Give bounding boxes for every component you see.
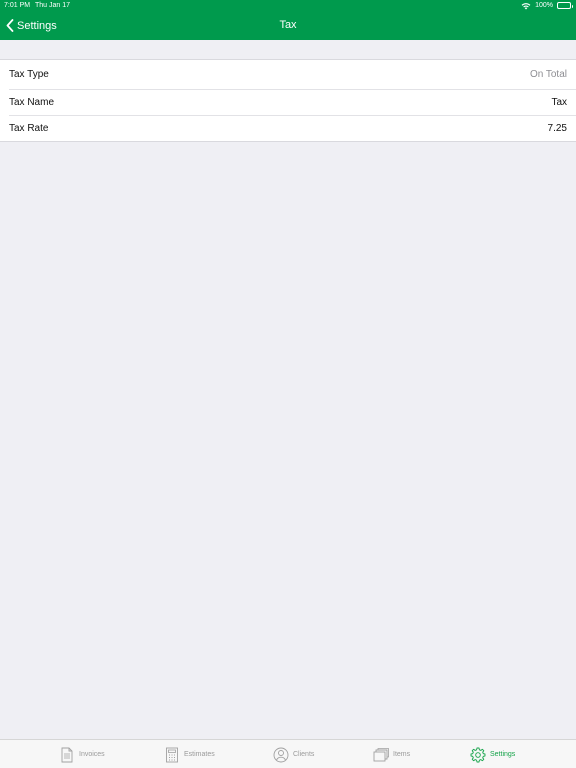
tab-items-label: Items xyxy=(393,751,411,758)
battery-icon xyxy=(557,2,573,9)
tab-invoices-label: Invoices xyxy=(79,751,105,758)
status-bar: 7:01 PM Thu Jan 17 100% xyxy=(0,0,576,11)
tax-settings-group: Tax Type On Total Tax Name Tax Tax Rate … xyxy=(0,59,576,142)
tab-settings[interactable]: Settings xyxy=(470,740,515,768)
tax-type-label: Tax Type xyxy=(9,69,49,80)
tab-settings-label: Settings xyxy=(490,751,516,758)
tax-type-row[interactable]: Tax Type On Total xyxy=(0,60,576,89)
navigation-bar: Settings Tax xyxy=(0,11,576,40)
document-icon xyxy=(61,747,73,762)
status-date: Thu Jan 17 xyxy=(35,2,71,9)
tax-rate-value: 7.25 xyxy=(547,122,567,134)
calculator-icon xyxy=(166,747,178,762)
tax-rate-row[interactable]: Tax Rate 7.25 xyxy=(0,115,576,141)
gear-icon xyxy=(470,747,486,762)
wifi-icon xyxy=(521,2,531,9)
tax-name-row[interactable]: Tax Name Tax xyxy=(0,89,576,115)
tax-name-label: Tax Name xyxy=(9,96,55,108)
tab-invoices[interactable]: Invoices xyxy=(59,740,105,768)
top-bar: 7:01 PM Thu Jan 17 100% Settings Tax xyxy=(0,0,576,40)
page-title: Tax xyxy=(279,19,297,31)
status-right: 100% xyxy=(521,0,573,11)
tab-clients[interactable]: Clients xyxy=(273,740,314,768)
tab-items[interactable]: Items xyxy=(373,740,410,768)
battery-percent: 100% xyxy=(535,2,553,9)
tab-clients-label: Clients xyxy=(293,751,315,758)
tax-type-value: On Total xyxy=(529,69,567,80)
app-screen: 7:01 PM Thu Jan 17 100% Settings Tax Tax… xyxy=(0,0,576,768)
stack-icon xyxy=(373,747,389,761)
status-time: 7:01 PM xyxy=(4,2,31,9)
tax-rate-label: Tax Rate xyxy=(9,122,49,134)
tax-name-value: Tax xyxy=(551,96,567,108)
person-icon xyxy=(273,747,289,762)
tab-estimates-label: Estimates xyxy=(184,751,215,758)
tab-estimates[interactable]: Estimates xyxy=(164,740,215,768)
tab-bar: Invoices Estimates Clients Items Setting… xyxy=(0,739,576,768)
